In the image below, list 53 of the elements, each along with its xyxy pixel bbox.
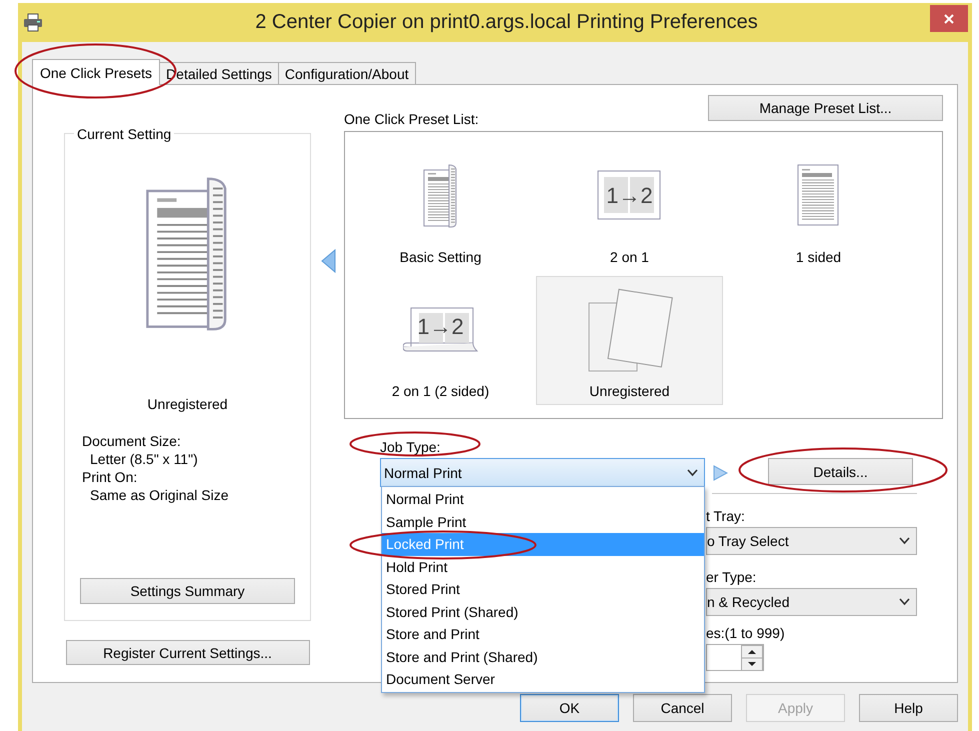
dialog-button[interactable]: Help bbox=[859, 694, 958, 722]
manage-preset-button[interactable]: Manage Preset List... bbox=[708, 95, 943, 121]
job-type-label: Job Type: bbox=[380, 439, 440, 455]
chevron-down-icon bbox=[899, 537, 910, 545]
dropdown-option[interactable]: Stored Print bbox=[382, 578, 704, 600]
window-title: 2 Center Copier on print0.args.local Printing Preferences bbox=[254, 11, 759, 34]
dialog-button[interactable]: Cancel bbox=[633, 694, 732, 722]
setting-value: Same as Original Size bbox=[89, 486, 229, 504]
chevron-down-icon bbox=[687, 468, 698, 476]
settings-summary-button[interactable]: Settings Summary bbox=[80, 578, 295, 604]
page-order-label: 1→2 bbox=[417, 314, 464, 340]
close-button[interactable] bbox=[930, 5, 968, 32]
tab[interactable]: One Click Presets bbox=[32, 59, 160, 85]
left-arrow-icon[interactable] bbox=[321, 249, 336, 273]
preset-name: Unregistered bbox=[147, 396, 228, 412]
dropdown-option[interactable]: Stored Print (Shared) bbox=[382, 600, 704, 623]
preset-item[interactable]: Unregistered bbox=[536, 276, 723, 405]
list-label: One Click Preset List: bbox=[344, 111, 479, 127]
setting-label: Print On: bbox=[82, 468, 138, 486]
page-order-label: 1→2 bbox=[606, 182, 653, 208]
chevron-down-icon bbox=[899, 598, 910, 606]
field-label: er Type: bbox=[706, 569, 758, 585]
dropdown-option[interactable]: Store and Print (Shared) bbox=[382, 646, 704, 668]
dropdown-value: Normal Print bbox=[384, 464, 462, 480]
preset-item[interactable]: 1→2 2 on 1 (2 sided) bbox=[347, 276, 534, 405]
preset-item[interactable]: 1 sided bbox=[725, 142, 912, 271]
group-title: Current Setting bbox=[74, 126, 174, 142]
close-icon bbox=[944, 14, 954, 24]
dropdown-option[interactable]: Normal Print bbox=[382, 488, 704, 510]
two-pages-icon bbox=[597, 170, 662, 221]
spinner-arrows-icon[interactable] bbox=[741, 645, 763, 671]
tab[interactable]: Configuration/About bbox=[278, 62, 416, 84]
select-field[interactable]: o Tray Select bbox=[706, 527, 917, 555]
dropdown-option[interactable]: Sample Print bbox=[382, 510, 704, 533]
setting-value: Letter (8.5" x 11") bbox=[89, 450, 199, 468]
booklet-icon bbox=[423, 162, 458, 228]
page-icon bbox=[797, 164, 840, 227]
right-arrow-icon bbox=[713, 464, 728, 480]
setting-label: Document Size: bbox=[82, 432, 182, 450]
dropdown-option[interactable]: Hold Print bbox=[382, 556, 704, 578]
field-label: t Tray: bbox=[706, 508, 746, 524]
select-field[interactable]: n & Recycled bbox=[706, 588, 917, 616]
dropdown-option[interactable]: Store and Print bbox=[382, 623, 704, 646]
dropdown-option[interactable]: Document Server bbox=[382, 668, 704, 690]
register-button[interactable]: Register Current Settings... bbox=[66, 640, 310, 665]
details-button[interactable]: Details... bbox=[768, 458, 913, 485]
preset-item[interactable]: 1→2 2 on 1 bbox=[536, 142, 723, 271]
dialog-button[interactable]: OK bbox=[520, 694, 619, 722]
two-pages-icon bbox=[402, 306, 478, 352]
field-label: es:(1 to 999) bbox=[706, 625, 786, 641]
number-field[interactable] bbox=[706, 644, 764, 671]
preset-item[interactable]: Basic Setting bbox=[347, 142, 534, 271]
printer-icon bbox=[23, 13, 43, 32]
